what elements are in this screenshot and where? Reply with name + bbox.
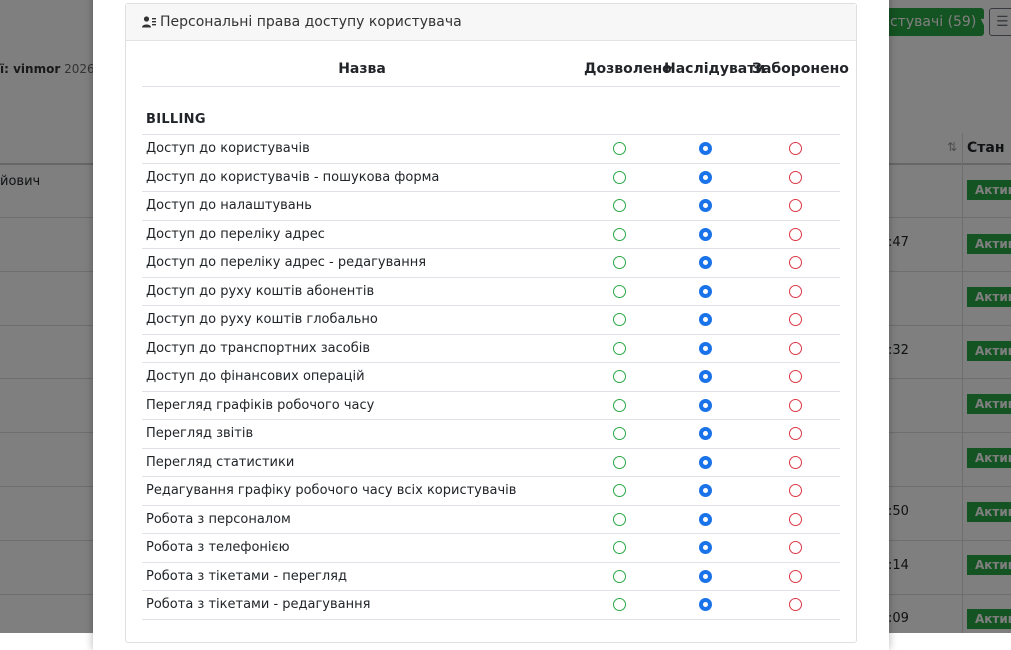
radio-denied[interactable] (789, 284, 802, 298)
radio-denied[interactable] (789, 370, 802, 383)
radio-denied[interactable] (789, 313, 802, 326)
column-header-denied: Заборонено (752, 61, 849, 77)
permission-label: Редагування графіку робочого часу всіх к… (146, 483, 517, 498)
radio-allowed[interactable] (613, 199, 626, 212)
permission-label: Робота з тікетами - перегляд (146, 568, 347, 584)
permission-row: Доступ до транспортних засобів (142, 335, 840, 363)
permission-label: Перегляд звітів (146, 426, 254, 441)
radio-inherit[interactable] (699, 484, 712, 497)
permission-label: Доступ до фінансових операцій (146, 369, 365, 384)
group-title: BILLING (146, 112, 206, 127)
permission-row: Доступ до налаштувань (142, 192, 840, 221)
permission-row: Перегляд статистики (142, 449, 840, 477)
radio-denied[interactable] (789, 256, 802, 269)
permission-row: Доступ до користувачів (142, 135, 840, 164)
radio-inherit[interactable] (699, 284, 712, 298)
radio-denied[interactable] (789, 569, 802, 583)
radio-inherit[interactable] (699, 598, 712, 611)
radio-allowed[interactable] (613, 427, 626, 440)
radio-denied[interactable] (789, 398, 802, 412)
permission-label: Доступ до переліку адрес - редагування (146, 255, 427, 270)
radio-denied[interactable] (789, 541, 802, 554)
radio-denied[interactable] (789, 598, 802, 611)
radio-allowed[interactable] (613, 512, 626, 526)
permission-row: Доступ до руху коштів абонентів (142, 278, 840, 306)
radio-denied[interactable] (789, 142, 802, 155)
radio-inherit[interactable] (699, 199, 712, 212)
permissions-card: Персональні права доступу користувача На… (125, 3, 857, 643)
radio-inherit[interactable] (699, 398, 712, 412)
permission-rows: Доступ до користувачів Доступ до користув… (142, 135, 840, 620)
permission-label: Доступ до транспортних засобів (146, 340, 370, 356)
permission-label: Доступ до користувачів (146, 141, 310, 156)
radio-inherit[interactable] (699, 313, 712, 326)
radio-inherit[interactable] (699, 455, 712, 469)
radio-allowed[interactable] (613, 284, 626, 298)
radio-inherit[interactable] (699, 341, 712, 355)
radio-allowed[interactable] (613, 256, 626, 269)
radio-inherit[interactable] (699, 227, 712, 241)
permission-label: Перегляд статистики (146, 454, 295, 470)
radio-inherit[interactable] (699, 569, 712, 583)
table-header-row: Назва Дозволено Наслідувати Заборонено (142, 50, 849, 87)
permission-row: Робота з телефонією (142, 534, 840, 563)
radio-allowed[interactable] (613, 541, 626, 554)
user-list-icon (142, 16, 156, 28)
radio-allowed[interactable] (613, 370, 626, 383)
permission-row: Робота з персоналом (142, 506, 840, 534)
permission-label: Доступ до переліку адрес (146, 226, 325, 242)
permission-label: Доступ до руху коштів абонентів (146, 283, 375, 299)
radio-denied[interactable] (789, 170, 802, 184)
radio-allowed[interactable] (613, 598, 626, 611)
permission-label: Доступ до руху коштів глобально (146, 312, 378, 327)
radio-inherit[interactable] (699, 427, 712, 440)
radio-inherit[interactable] (699, 512, 712, 526)
permission-row: Редагування графіку робочого часу всіх к… (142, 477, 840, 506)
radio-denied[interactable] (789, 455, 802, 469)
permission-row: Робота з тікетами - редагування (142, 591, 840, 620)
radio-inherit[interactable] (699, 370, 712, 383)
card-title: Персональні права доступу користувача (160, 14, 462, 30)
permissions-table: Назва Дозволено Наслідувати Заборонено B… (142, 50, 849, 620)
permission-row: Доступ до переліку адрес (142, 221, 840, 249)
permission-row: Перегляд графіків робочого часу (142, 392, 840, 420)
radio-allowed[interactable] (613, 398, 626, 412)
permissions-modal: Персональні права доступу користувача На… (93, 0, 889, 650)
radio-inherit[interactable] (699, 541, 712, 554)
radio-denied[interactable] (789, 341, 802, 355)
radio-allowed[interactable] (613, 313, 626, 326)
column-header-inherit: Наслідувати (664, 61, 766, 77)
radio-denied[interactable] (789, 199, 802, 212)
radio-inherit[interactable] (699, 142, 712, 155)
card-header: Персональні права доступу користувача (126, 4, 856, 41)
column-header-name: Назва (338, 61, 386, 77)
radio-denied[interactable] (789, 512, 802, 526)
radio-inherit[interactable] (699, 256, 712, 269)
permission-label: Доступ до користувачів - пошукова форма (146, 169, 440, 185)
radio-allowed[interactable] (613, 227, 626, 241)
radio-denied[interactable] (789, 427, 802, 440)
permission-row: Робота з тікетами - перегляд (142, 563, 840, 591)
radio-denied[interactable] (789, 484, 802, 497)
radio-allowed[interactable] (613, 170, 626, 184)
permission-row: Доступ до переліку адрес - редагування (142, 249, 840, 278)
permission-row: Перегляд звітів (142, 420, 840, 449)
radio-allowed[interactable] (613, 341, 626, 355)
radio-allowed[interactable] (613, 455, 626, 469)
radio-allowed[interactable] (613, 569, 626, 583)
permission-label: Робота з персоналом (146, 511, 291, 527)
permission-label: Перегляд графіків робочого часу (146, 397, 375, 413)
column-header-allowed: Дозволено (584, 61, 672, 77)
permission-row: Доступ до фінансових операцій (142, 363, 840, 392)
permission-label: Робота з тікетами - редагування (146, 597, 371, 612)
group-row: BILLING (142, 87, 840, 135)
permission-label: Доступ до налаштувань (146, 198, 312, 213)
permission-row: Доступ до користувачів - пошукова форма (142, 164, 840, 192)
permission-label: Робота з телефонією (146, 540, 290, 555)
radio-allowed[interactable] (613, 484, 626, 497)
radio-allowed[interactable] (613, 142, 626, 155)
radio-inherit[interactable] (699, 170, 712, 184)
permission-row: Доступ до руху коштів глобально (142, 306, 840, 335)
radio-denied[interactable] (789, 227, 802, 241)
